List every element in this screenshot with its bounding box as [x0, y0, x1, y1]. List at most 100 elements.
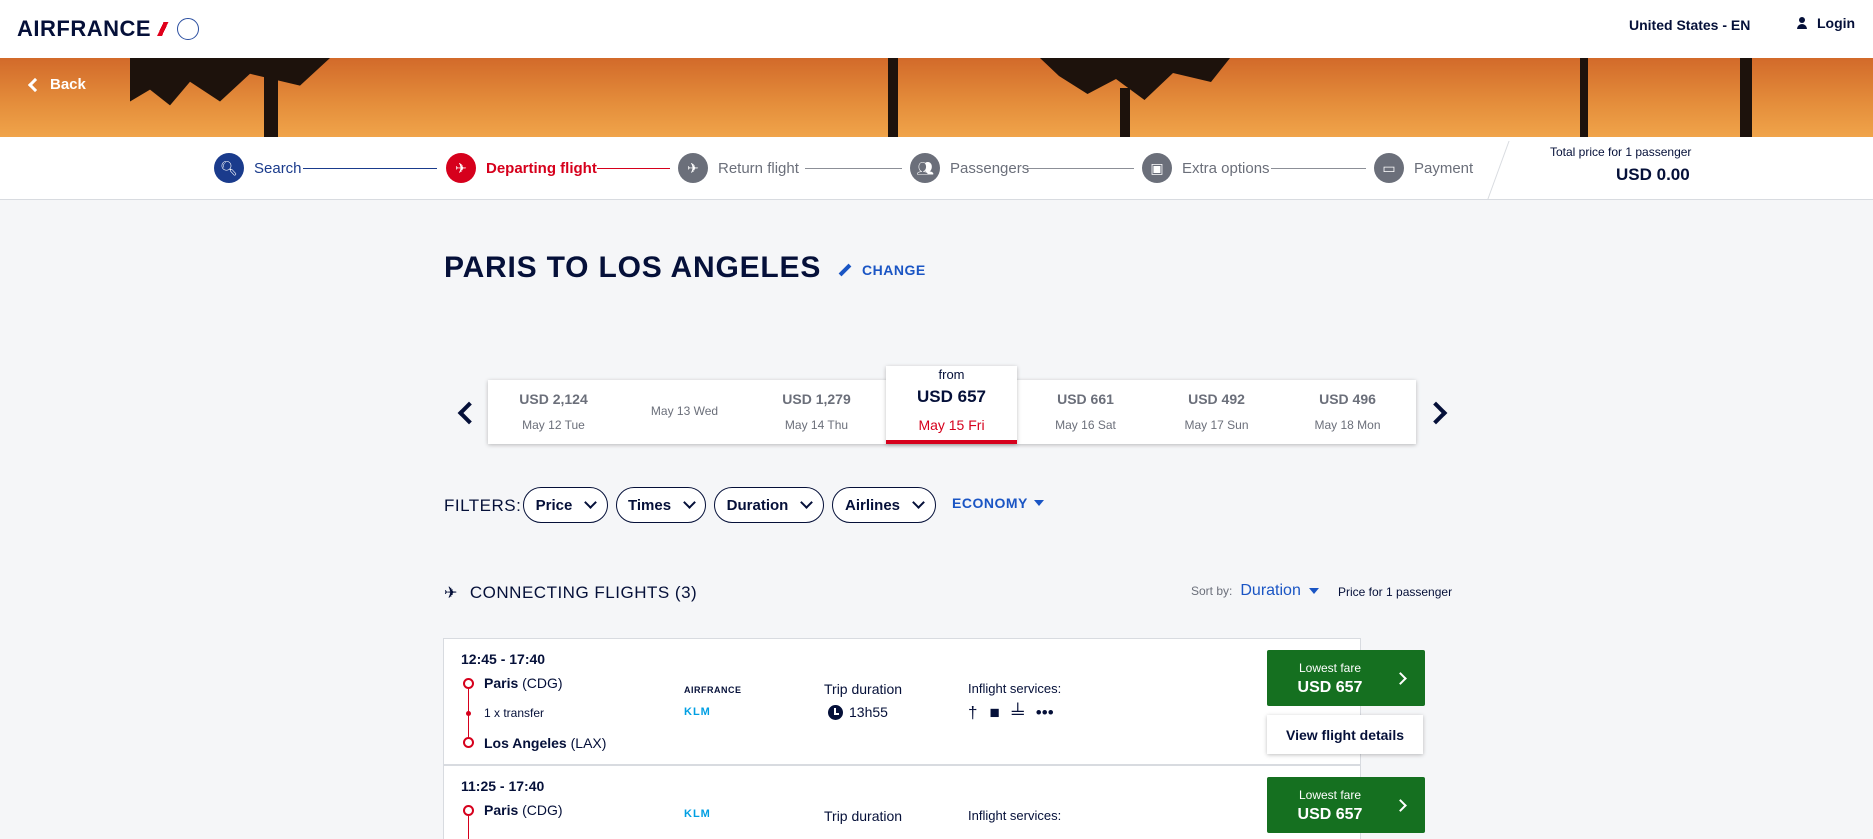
- fare-amount: USD 657: [1297, 806, 1363, 823]
- trip-duration-label: Trip duration: [824, 808, 903, 824]
- back-label: Back: [50, 76, 86, 93]
- change-label: CHANGE: [862, 262, 926, 278]
- inflight-services-label: Inflight services:: [968, 808, 1062, 823]
- step-label: Passengers: [950, 159, 1030, 177]
- locale-selector[interactable]: United States - EN: [1629, 17, 1750, 33]
- fare-label: Lowest fare: [1298, 788, 1362, 802]
- suitcase-icon: ▣: [1142, 153, 1172, 183]
- cabin-class-selector[interactable]: ECONOMY: [952, 495, 1044, 511]
- meal-icon: †: [968, 703, 978, 722]
- step-connector: [1027, 168, 1134, 169]
- date-option[interactable]: USD 492 May 17 Sun: [1151, 380, 1282, 444]
- date-price: USD 492: [1188, 391, 1245, 407]
- klm-airline-logo: KLM: [684, 808, 711, 820]
- sort-label: Sort by:: [1191, 584, 1233, 598]
- flight-card: 11:25 - 17:40 Paris (CDG) KLM Trip durat…: [443, 765, 1425, 839]
- origin-city: Paris: [484, 802, 519, 818]
- filter-price[interactable]: Price: [523, 487, 608, 523]
- destination: Los Angeles (LAX): [484, 735, 606, 751]
- back-button[interactable]: Back: [27, 76, 86, 93]
- origin-code: (CDG): [522, 802, 563, 818]
- page-title: PARIS TO LOS ANGELES: [444, 251, 822, 284]
- step-extra-options: ▣ Extra options: [1142, 153, 1270, 183]
- step-label: Departing flight: [486, 159, 597, 177]
- origin-city: Paris: [484, 675, 519, 691]
- change-search-button[interactable]: CHANGE: [838, 262, 926, 278]
- card-icon: ▭: [1374, 153, 1404, 183]
- logo-swoosh-icon: [155, 22, 174, 36]
- step-label: Search: [254, 159, 302, 177]
- palm-silhouette: [130, 58, 330, 106]
- seat-icon: ╧: [1011, 703, 1024, 722]
- previous-dates-button[interactable]: [457, 401, 481, 425]
- results-heading: ✈ CONNECTING FLIGHTS (3): [444, 583, 697, 603]
- step-connector: [1271, 168, 1366, 169]
- step-return-flight: ✈ Return flight: [678, 153, 799, 183]
- flight-times: 11:25 - 17:40: [461, 778, 545, 794]
- caret-down-icon: [1033, 500, 1044, 506]
- pencil-icon: [838, 263, 852, 277]
- origin: Paris (CDG): [484, 675, 563, 691]
- date-day: May 14 Thu: [784, 418, 849, 432]
- filter-times[interactable]: Times: [616, 487, 706, 523]
- fare-amount: USD 657: [1297, 679, 1363, 696]
- from-label: from: [938, 367, 965, 382]
- date-option[interactable]: USD 661 May 16 Sat: [1020, 380, 1151, 444]
- clock-icon: [828, 704, 843, 720]
- price-for-label: Price for 1 passenger: [1338, 585, 1453, 599]
- total-price-label: Total price for 1 passenger: [1550, 145, 1692, 159]
- inflight-services: † ■ ╧ •••: [968, 703, 1054, 723]
- origin-dot: [463, 805, 474, 816]
- filter-duration[interactable]: Duration: [714, 487, 824, 523]
- step-label: Payment: [1414, 159, 1474, 177]
- date-option[interactable]: May 13 Wed: [619, 380, 750, 444]
- transfer-dot: [466, 711, 471, 716]
- filter-label: Duration: [726, 496, 789, 514]
- filter-airlines[interactable]: Airlines: [832, 487, 936, 523]
- date-price: USD 657: [917, 387, 986, 406]
- airfrance-logo[interactable]: AIRFRANCE: [17, 16, 200, 42]
- total-price-value: USD 0.00: [1616, 165, 1690, 184]
- login-button[interactable]: Login: [1797, 15, 1855, 31]
- step-search[interactable]: 🔍︎ Search: [214, 153, 302, 183]
- view-flight-details-button[interactable]: View flight details: [1267, 715, 1423, 754]
- chevron-right-icon: [1394, 799, 1407, 812]
- date-option[interactable]: USD 1,279 May 14 Thu: [751, 380, 882, 444]
- palm-trunk: [264, 58, 278, 137]
- plane-icon: ✈: [678, 153, 708, 183]
- chevron-down-icon: [683, 496, 696, 509]
- origin: Paris (CDG): [484, 802, 563, 818]
- step-label: Return flight: [718, 159, 799, 177]
- results-heading-label: CONNECTING FLIGHTS (3): [469, 583, 698, 602]
- lowest-fare-button[interactable]: Lowest fare USD 657: [1267, 650, 1425, 706]
- user-icon: [1797, 17, 1807, 29]
- trip-duration: 13h55: [828, 704, 888, 720]
- booking-stepper: 🔍︎ Search ✈ Departing flight ✈ Return fl…: [0, 137, 1873, 200]
- palm-trunk: [1120, 88, 1130, 137]
- next-dates-button[interactable]: [1424, 401, 1448, 425]
- date-price: USD 1,279: [782, 391, 851, 407]
- lowest-fare-button[interactable]: Lowest fare USD 657: [1267, 777, 1425, 833]
- date-price: USD 2,124: [519, 391, 588, 407]
- date-option[interactable]: USD 2,124 May 12 Tue: [488, 380, 619, 444]
- destination-dot: [463, 737, 474, 748]
- date-day: May 16 Sat: [1055, 418, 1116, 432]
- logo-seahorse-icon: [177, 18, 200, 40]
- step-connector: [597, 168, 670, 169]
- sort-control[interactable]: Sort by: Duration: [1191, 582, 1319, 600]
- step-connector: [303, 168, 437, 169]
- more-services-icon[interactable]: •••: [1036, 703, 1054, 723]
- date-option[interactable]: USD 496 May 18 Mon: [1282, 380, 1413, 444]
- airfrance-airline-logo: AIRFRANCE: [684, 685, 742, 695]
- login-label: Login: [1817, 15, 1856, 31]
- hero-banner: Back: [0, 58, 1873, 137]
- plane-icon: ✈: [446, 153, 476, 183]
- step-payment: ▭ Payment: [1374, 153, 1473, 183]
- passengers-icon: 👥︎: [910, 153, 940, 183]
- step-label: Extra options: [1182, 159, 1270, 177]
- klm-airline-logo: KLM: [684, 706, 711, 718]
- date-price: USD 661: [1057, 391, 1114, 407]
- connecting-flight-icon: ✈: [444, 585, 458, 602]
- chevron-right-icon: [1394, 672, 1407, 685]
- selected-date-option[interactable]: from USD 657 May 15 Fri: [886, 366, 1017, 444]
